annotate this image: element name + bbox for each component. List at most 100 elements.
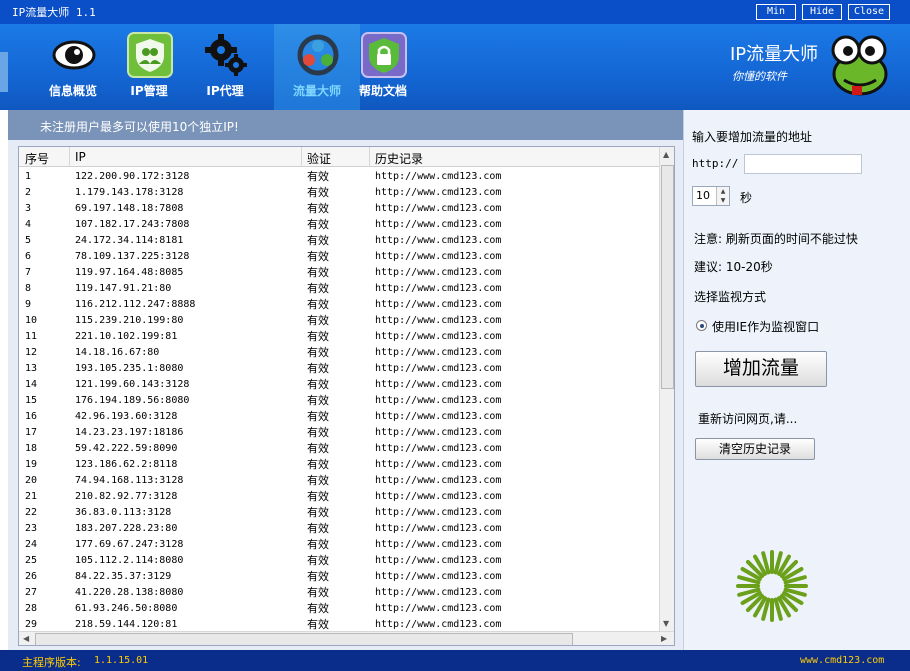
row-history: http://www.cmd123.com bbox=[375, 203, 502, 214]
row-ip: 119.97.164.48:8085 bbox=[75, 267, 184, 278]
table-row[interactable]: 11 221.10.102.199:81 有效 http://www.cmd123.c… bbox=[19, 329, 659, 345]
horizontal-scroll-thumb[interactable] bbox=[35, 633, 573, 645]
row-ip: 59.42.222.59:8090 bbox=[75, 443, 178, 454]
row-history: http://www.cmd123.com bbox=[375, 459, 502, 470]
table-body: 1 122.200.90.172:3128 有效 http://www.cmd123.… bbox=[19, 169, 659, 633]
table-row[interactable]: 13 193.105.235.1:8080 有效 http://www.cmd123.… bbox=[19, 361, 659, 377]
close-button[interactable]: Close bbox=[848, 4, 890, 20]
table-row[interactable]: 2 1.179.143.178:3128 有效 http://www.cmd123.c… bbox=[19, 185, 659, 201]
row-verify: 有效 bbox=[307, 202, 329, 215]
table-row[interactable]: 17 14.23.23.197:18186 有效 http://www.cmd123.… bbox=[19, 425, 659, 441]
table-row[interactable]: 19 123.186.62.2:8118 有效 http://www.cmd123.c… bbox=[19, 457, 659, 473]
row-verify: 有效 bbox=[307, 586, 329, 599]
monitor-radio[interactable] bbox=[696, 320, 707, 331]
table-row[interactable]: 21 210.82.92.77:3128 有效 http://www.cmd123.c… bbox=[19, 489, 659, 505]
site-link[interactable]: www.cmd123.com bbox=[800, 655, 884, 666]
title-bar: IP流量大师 1.1 Min Hide Close bbox=[0, 0, 910, 24]
monitor-option-label[interactable]: 使用IE作为监视窗口 bbox=[712, 318, 819, 335]
table-row[interactable]: 7 119.97.164.48:8085 有效 http://www.cmd123.c… bbox=[19, 265, 659, 281]
table-row[interactable]: 6 78.109.137.225:3128 有效 http://www.cmd123.… bbox=[19, 249, 659, 265]
row-history: http://www.cmd123.com bbox=[375, 555, 502, 566]
ip-table[interactable]: 序号 IP 验证 历史记录 1 122.200.90.172:3128 有效 http… bbox=[18, 146, 675, 646]
table-row[interactable]: 8 119.147.91.21:80 有效 http://www.cmd123.com bbox=[19, 281, 659, 297]
url-input[interactable] bbox=[744, 154, 862, 174]
nav-item-overview[interactable]: 信息概览 bbox=[30, 24, 116, 110]
nav-item-ip-proxy[interactable]: IP代理 bbox=[182, 24, 268, 110]
table-row[interactable]: 20 74.94.168.113:3128 有效 http://www.cmd123.… bbox=[19, 473, 659, 489]
column-header-index[interactable]: 序号 bbox=[25, 150, 49, 167]
row-verify: 有效 bbox=[307, 410, 329, 423]
row-history: http://www.cmd123.com bbox=[375, 395, 502, 406]
nav-label: 信息概览 bbox=[48, 84, 97, 98]
table-row[interactable]: 16 42.96.193.60:3128 有效 http://www.cmd123.c… bbox=[19, 409, 659, 425]
row-verify: 有效 bbox=[307, 362, 329, 375]
table-row[interactable]: 14 121.199.60.143:3128 有效 http://www.cmd123… bbox=[19, 377, 659, 393]
vertical-scroll-thumb[interactable] bbox=[661, 165, 674, 389]
nav-item-help[interactable]: 帮助文档 bbox=[340, 24, 426, 110]
table-row[interactable]: 9 116.212.112.247:8888 有效 http://www.cmd123… bbox=[19, 297, 659, 313]
row-verify: 有效 bbox=[307, 538, 329, 551]
table-row[interactable]: 27 41.220.28.138:8080 有效 http://www.cmd123.… bbox=[19, 585, 659, 601]
nav-item-ip-manage[interactable]: IP管理 bbox=[106, 24, 192, 110]
horizontal-scrollbar[interactable]: ◀ ▶ bbox=[19, 631, 674, 645]
seconds-stepper[interactable]: 10 ▲ ▼ bbox=[692, 186, 730, 206]
row-history: http://www.cmd123.com bbox=[375, 539, 502, 550]
row-ip: 84.22.35.37:3129 bbox=[75, 571, 172, 582]
row-history: http://www.cmd123.com bbox=[375, 379, 502, 390]
table-row[interactable]: 15 176.194.189.56:8080 有效 http://www.cmd123… bbox=[19, 393, 659, 409]
row-ip: 116.212.112.247:8888 bbox=[75, 299, 196, 310]
row-history: http://www.cmd123.com bbox=[375, 491, 502, 502]
brand-slogan: 你懂的软件 bbox=[732, 70, 787, 83]
row-index: 3 bbox=[25, 203, 32, 214]
table-row[interactable]: 24 177.69.67.247:3128 有效 http://www.cmd123.… bbox=[19, 537, 659, 553]
row-verify: 有效 bbox=[307, 458, 329, 471]
hide-button[interactable]: Hide bbox=[802, 4, 842, 20]
nav-label: IP管理 bbox=[130, 84, 168, 98]
table-row[interactable]: 23 183.207.228.23:80 有效 http://www.cmd123.c… bbox=[19, 521, 659, 537]
row-ip: 119.147.91.21:80 bbox=[75, 283, 172, 294]
table-row[interactable]: 3 69.197.148.18:7808 有效 http://www.cmd123.c… bbox=[19, 201, 659, 217]
column-header-history[interactable]: 历史记录 bbox=[375, 150, 423, 167]
row-index: 13 bbox=[25, 363, 38, 374]
row-index: 17 bbox=[25, 427, 38, 438]
table-row[interactable]: 22 36.83.0.113:3128 有效 http://www.cmd123.co… bbox=[19, 505, 659, 521]
row-history: http://www.cmd123.com bbox=[375, 187, 502, 198]
scroll-down-icon[interactable]: ▼ bbox=[663, 619, 669, 628]
clear-history-button[interactable]: 清空历史记录 bbox=[695, 438, 815, 460]
row-verify: 有效 bbox=[307, 426, 329, 439]
vertical-scrollbar[interactable]: ▲ ▼ bbox=[659, 147, 674, 631]
row-ip: 42.96.193.60:3128 bbox=[75, 411, 178, 422]
table-row[interactable]: 1 122.200.90.172:3128 有效 http://www.cmd123.… bbox=[19, 169, 659, 185]
scroll-right-icon[interactable]: ▶ bbox=[661, 634, 667, 643]
table-row[interactable]: 26 84.22.35.37:3129 有效 http://www.cmd123.co… bbox=[19, 569, 659, 585]
row-index: 26 bbox=[25, 571, 38, 582]
row-ip: 105.112.2.114:8080 bbox=[75, 555, 184, 566]
nav-label: IP代理 bbox=[206, 84, 244, 98]
row-history: http://www.cmd123.com bbox=[375, 267, 502, 278]
row-ip: 36.83.0.113:3128 bbox=[75, 507, 172, 518]
minimize-button[interactable]: Min bbox=[756, 4, 796, 20]
table-row[interactable]: 25 105.112.2.114:8080 有效 http://www.cmd123.… bbox=[19, 553, 659, 569]
table-row[interactable]: 5 24.172.34.114:8181 有效 http://www.cmd123.c… bbox=[19, 233, 659, 249]
table-row[interactable]: 18 59.42.222.59:8090 有效 http://www.cmd123.c… bbox=[19, 441, 659, 457]
table-row[interactable]: 12 14.18.16.67:80 有效 http://www.cmd123.com bbox=[19, 345, 659, 361]
row-index: 21 bbox=[25, 491, 38, 502]
column-header-verify[interactable]: 验证 bbox=[307, 150, 331, 167]
table-row[interactable]: 28 61.93.246.50:8080 有效 http://www.cmd123.c… bbox=[19, 601, 659, 617]
frog-mascot-icon bbox=[831, 35, 888, 96]
window-title: IP流量大师 1.1 bbox=[12, 6, 96, 19]
version-label: 主程序版本: bbox=[22, 656, 81, 669]
add-traffic-button[interactable]: 增加流量 bbox=[695, 351, 827, 387]
table-row[interactable]: 10 115.239.210.199:80 有效 http://www.cmd123.… bbox=[19, 313, 659, 329]
stepper-up-icon[interactable]: ▲ bbox=[717, 187, 729, 196]
table-row[interactable]: 4 107.182.17.243:7808 有效 http://www.cmd123.… bbox=[19, 217, 659, 233]
scroll-left-icon[interactable]: ◀ bbox=[23, 634, 29, 643]
stepper-buttons[interactable]: ▲ ▼ bbox=[716, 187, 729, 205]
row-verify: 有效 bbox=[307, 346, 329, 359]
row-ip: 123.186.62.2:8118 bbox=[75, 459, 178, 470]
stepper-down-icon[interactable]: ▼ bbox=[717, 196, 729, 205]
row-verify: 有效 bbox=[307, 266, 329, 279]
scroll-up-icon[interactable]: ▲ bbox=[663, 150, 669, 159]
column-header-ip[interactable]: IP bbox=[75, 150, 86, 164]
row-ip: 177.69.67.247:3128 bbox=[75, 539, 184, 550]
